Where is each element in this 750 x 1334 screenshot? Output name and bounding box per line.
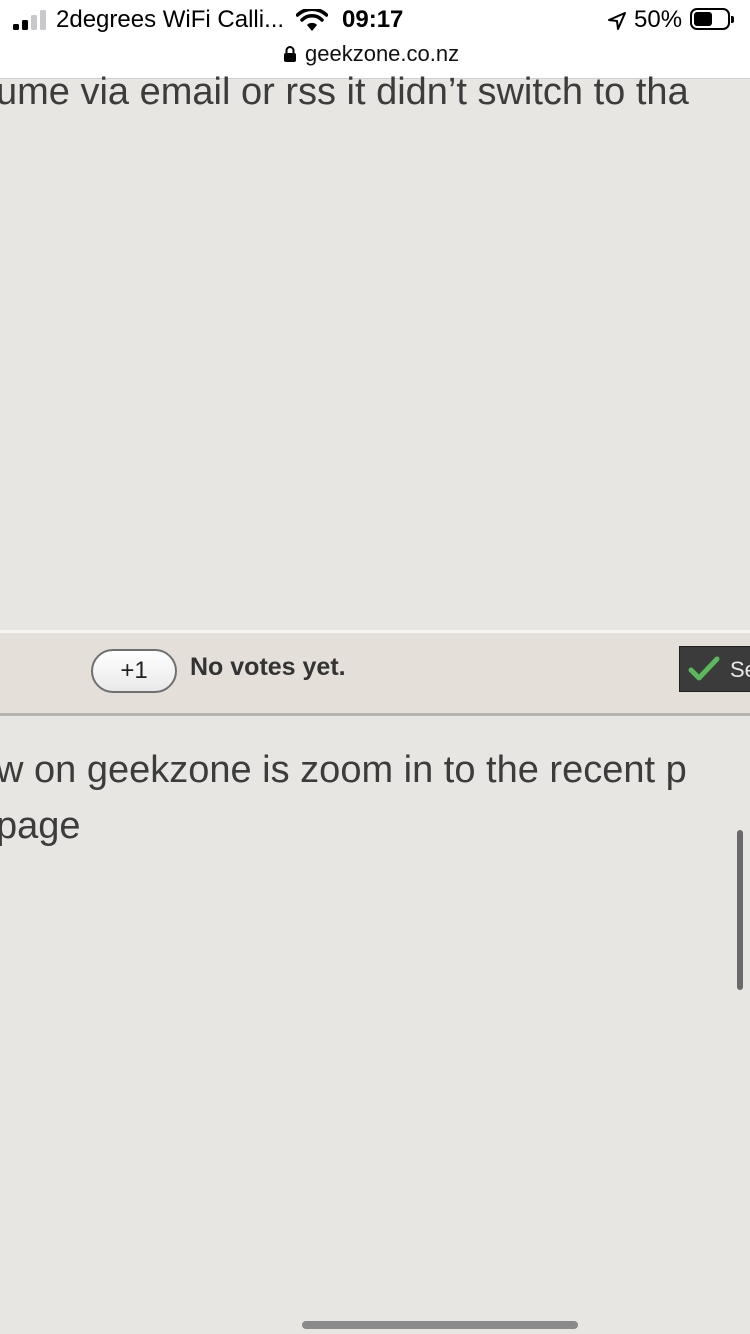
clock: 09:17 [342,6,404,33]
vote-status: No votes yet. [190,653,346,681]
post-text-line-2: page [0,805,81,847]
select-solution-button[interactable]: Se [679,646,750,692]
url-domain[interactable]: geekzone.co.nz [305,41,459,67]
signal-icon [13,10,49,30]
wifi-icon [296,9,328,31]
lock-icon [284,46,296,62]
checkmark-icon [688,656,720,681]
home-indicator[interactable] [302,1321,578,1329]
location-arrow-icon [608,12,626,30]
plus-one-button[interactable]: +1 [91,649,177,693]
status-bar: 2degrees WiFi Calli... 09:17 50% [0,0,750,40]
vote-bar: +1 No votes yet. Se [0,630,750,716]
scroll-indicator[interactable] [737,830,743,990]
post-text-line-1: w on geekzone is zoom in to the recent p [0,749,687,791]
select-solution-label: Se [730,657,750,682]
post-text-top: ume via email or rss it didn’t switch to… [0,71,689,113]
battery-icon [690,8,734,32]
carrier-name: 2degrees WiFi Calli... [56,6,285,33]
battery-percentage: 50% [634,6,683,33]
